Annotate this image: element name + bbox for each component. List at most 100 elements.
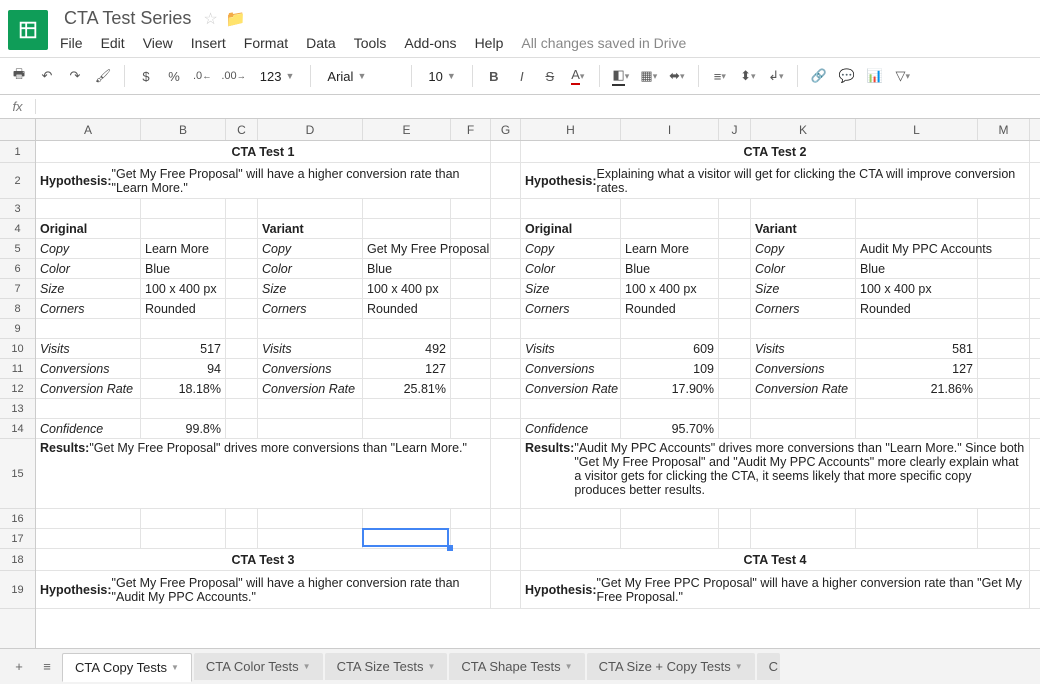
cell[interactable] (621, 399, 719, 419)
font-size-select[interactable]: 10▼ (422, 69, 461, 84)
increase-decimal[interactable]: .00→ (219, 63, 247, 89)
cell[interactable] (226, 529, 258, 549)
cell[interactable]: Copy (751, 239, 856, 259)
cell[interactable] (226, 319, 258, 339)
cell[interactable]: Conversion Rate (521, 379, 621, 399)
cell[interactable]: Hypothesis: "Get My Free PPC Proposal" w… (521, 571, 1030, 609)
row-header[interactable]: 19 (0, 571, 35, 609)
cell[interactable]: Results: "Audit My PPC Accounts" drives … (521, 439, 1030, 509)
cell[interactable] (978, 399, 1030, 419)
cell[interactable]: Size (36, 279, 141, 299)
cell[interactable] (491, 163, 521, 199)
cell[interactable]: Corners (521, 299, 621, 319)
row-header[interactable]: 8 (0, 299, 35, 319)
cell[interactable] (978, 509, 1030, 529)
cell[interactable] (226, 239, 258, 259)
cell[interactable]: Size (521, 279, 621, 299)
strike-button[interactable]: S (539, 63, 561, 89)
cell[interactable] (856, 319, 978, 339)
cell[interactable]: Rounded (621, 299, 719, 319)
menu-help[interactable]: Help (475, 35, 504, 51)
star-icon[interactable]: ☆ (203, 9, 217, 29)
cell[interactable]: 17.90% (621, 379, 719, 399)
decrease-decimal[interactable]: .0← (191, 63, 213, 89)
borders-button[interactable]: ▦▾ (638, 63, 660, 89)
cell[interactable] (491, 219, 521, 239)
redo-icon[interactable]: ↷ (64, 63, 86, 89)
sheet-tab-active[interactable]: CTA Copy Tests▼ (62, 653, 192, 682)
cell[interactable] (141, 319, 226, 339)
cell[interactable] (978, 529, 1030, 549)
cell[interactable] (451, 319, 491, 339)
cell[interactable]: Corners (258, 299, 363, 319)
col-header[interactable]: E (363, 119, 451, 140)
cell[interactable] (226, 199, 258, 219)
cell[interactable]: Conversion Rate (751, 379, 856, 399)
cell[interactable]: 609 (621, 339, 719, 359)
menu-format[interactable]: Format (244, 35, 288, 51)
cell[interactable] (226, 259, 258, 279)
cell[interactable] (451, 239, 491, 259)
cell[interactable] (978, 239, 1030, 259)
cell[interactable] (978, 279, 1030, 299)
cell[interactable] (451, 219, 491, 239)
cell[interactable] (451, 419, 491, 439)
cell[interactable] (491, 419, 521, 439)
cell[interactable]: Color (751, 259, 856, 279)
cell[interactable]: 100 x 400 px (856, 279, 978, 299)
cell[interactable] (36, 399, 141, 419)
cell[interactable]: Size (751, 279, 856, 299)
cell[interactable] (363, 319, 451, 339)
cell[interactable] (978, 319, 1030, 339)
cell[interactable] (719, 319, 751, 339)
cell[interactable] (226, 419, 258, 439)
cell[interactable] (719, 359, 751, 379)
cell[interactable]: Audit My PPC Accounts (856, 239, 978, 259)
cell[interactable]: 581 (856, 339, 978, 359)
cell[interactable] (226, 339, 258, 359)
print-icon[interactable]: 🖶 (8, 63, 30, 89)
cell[interactable] (226, 359, 258, 379)
cell[interactable]: Color (258, 259, 363, 279)
cell[interactable]: Copy (36, 239, 141, 259)
cell[interactable]: Get My Free Proposal (363, 239, 451, 259)
cell[interactable]: Hypothesis: Explaining what a visitor wi… (521, 163, 1030, 199)
cell[interactable]: 100 x 400 px (363, 279, 451, 299)
cell[interactable]: Conversions (521, 359, 621, 379)
row-header[interactable]: 7 (0, 279, 35, 299)
row-header[interactable]: 14 (0, 419, 35, 439)
cell[interactable] (258, 529, 363, 549)
cell[interactable] (226, 279, 258, 299)
cell[interactable]: Original (36, 219, 141, 239)
cell[interactable]: Blue (856, 259, 978, 279)
format-percent[interactable]: % (163, 63, 185, 89)
cell[interactable] (141, 399, 226, 419)
cell[interactable]: Visits (751, 339, 856, 359)
cell[interactable] (978, 259, 1030, 279)
cell[interactable] (491, 549, 521, 571)
cell[interactable] (491, 299, 521, 319)
cell[interactable] (978, 199, 1030, 219)
row-header[interactable]: 11 (0, 359, 35, 379)
cell[interactable] (719, 529, 751, 549)
cell[interactable]: Conversions (36, 359, 141, 379)
cell[interactable]: Confidence (521, 419, 621, 439)
cell[interactable] (451, 359, 491, 379)
col-header[interactable]: M (978, 119, 1030, 140)
cell[interactable]: Copy (258, 239, 363, 259)
row-header[interactable]: 4 (0, 219, 35, 239)
cell[interactable] (621, 509, 719, 529)
fill-color-button[interactable]: ◧▾ (610, 63, 632, 89)
menu-data[interactable]: Data (306, 35, 336, 51)
select-all-corner[interactable] (0, 119, 36, 141)
col-header[interactable]: C (226, 119, 258, 140)
cell[interactable]: 492 (363, 339, 451, 359)
col-header[interactable]: J (719, 119, 751, 140)
cell[interactable] (491, 571, 521, 609)
cell[interactable]: 109 (621, 359, 719, 379)
link-button[interactable]: 🔗 (808, 63, 830, 89)
cell[interactable] (363, 399, 451, 419)
cell[interactable]: 517 (141, 339, 226, 359)
cell[interactable]: Learn More (621, 239, 719, 259)
cell[interactable]: Visits (258, 339, 363, 359)
